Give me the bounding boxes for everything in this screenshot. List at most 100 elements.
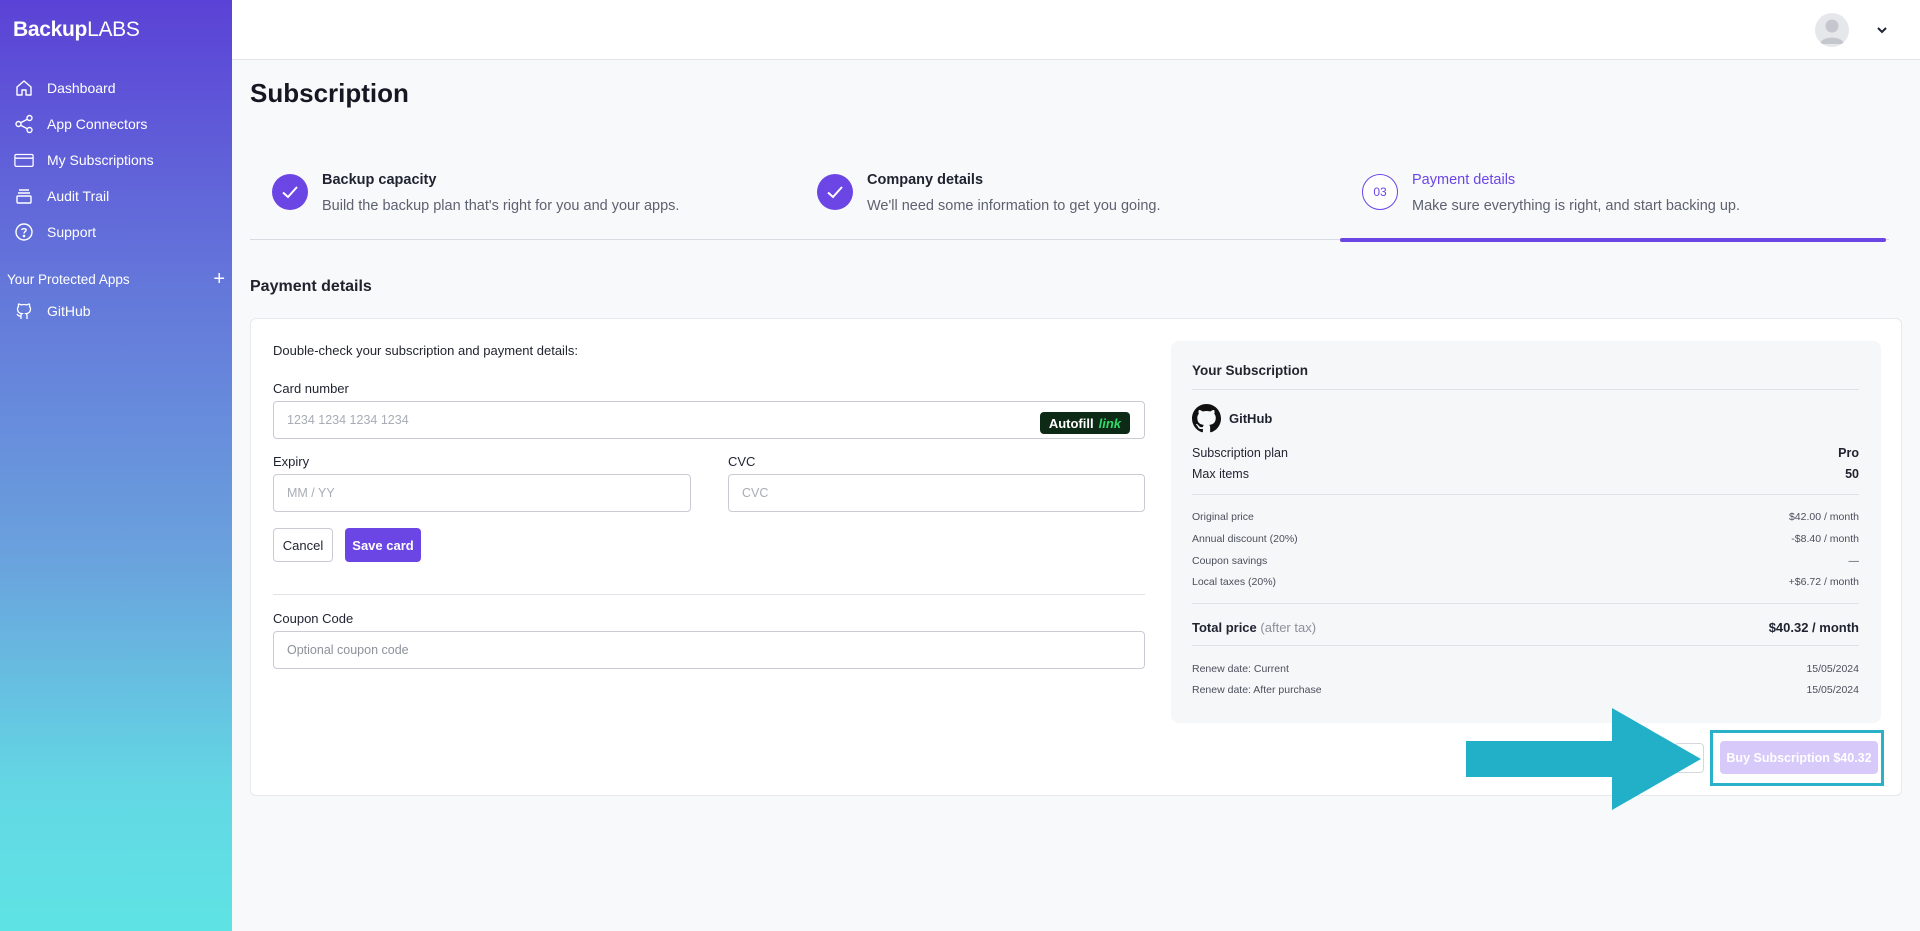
step-description: We'll need some information to get you g…: [867, 198, 1161, 214]
step-description: Build the backup plan that's right for y…: [322, 198, 680, 214]
arrow-right-icon: [1466, 708, 1701, 810]
subscription-summary: Your Subscription GitHub Subscription pl…: [1171, 341, 1881, 723]
summary-max-row: Max items 50: [1192, 467, 1859, 481]
total-row: Total price (after tax) $40.32 / month: [1192, 620, 1859, 635]
share-icon: [14, 114, 34, 134]
protected-apps-heading: Your Protected Apps: [7, 272, 130, 287]
renew-current-label: Renew date: Current: [1192, 663, 1289, 675]
cvc-input[interactable]: CVC: [728, 474, 1145, 512]
card-number-label: Card number: [273, 381, 349, 396]
coupon-savings-value: —: [1848, 555, 1860, 567]
github-icon: [14, 301, 34, 321]
sidebar-item-github[interactable]: GitHub: [0, 293, 232, 329]
original-price-value: $42.00 / month: [1788, 511, 1859, 523]
expiry-label: Expiry: [273, 454, 310, 469]
cvc-placeholder: CVC: [742, 486, 769, 500]
summary-divider: [1192, 645, 1859, 646]
autofill-link-button[interactable]: Autofill link: [1039, 412, 1130, 434]
original-price-row: Original price $42.00 / month: [1192, 511, 1859, 523]
sidebar-item-label: App Connectors: [47, 116, 148, 132]
form-divider: [273, 594, 1145, 595]
taxes-label: Local taxes (20%): [1192, 576, 1277, 588]
step-title: Backup capacity: [322, 172, 437, 188]
sidebar-item-label: Audit Trail: [47, 188, 110, 204]
step-number: 03: [1362, 174, 1398, 210]
summary-divider: [1192, 603, 1859, 604]
max-items-value: 50: [1845, 467, 1859, 481]
active-step-indicator: [1340, 238, 1886, 242]
coupon-savings-label: Coupon savings: [1192, 555, 1268, 567]
summary-title: Your Subscription: [1192, 363, 1309, 378]
summary-divider: [1192, 494, 1859, 495]
sidebar-item-audit-trail[interactable]: Audit Trail: [0, 178, 232, 214]
step-complete-check: [817, 174, 853, 210]
summary-plan-row: Subscription plan Pro: [1192, 446, 1859, 460]
total-value: $40.32 / month: [1768, 620, 1859, 635]
discount-row: Annual discount (20%) -$8.40 / month: [1192, 533, 1859, 545]
taxes-value: +$6.72 / month: [1788, 576, 1859, 588]
avatar[interactable]: [1815, 13, 1849, 47]
sidebar-item-label: Dashboard: [47, 80, 116, 96]
total-note: (after tax): [1260, 620, 1317, 635]
sidebar-item-app-connectors[interactable]: App Connectors: [0, 106, 232, 142]
max-items-label: Max items: [1192, 467, 1249, 481]
cvc-label: CVC: [728, 454, 756, 469]
chevron-down-icon[interactable]: [1874, 22, 1890, 38]
expiry-input[interactable]: MM / YY: [273, 474, 691, 512]
stack-icon: [14, 186, 34, 206]
top-bar: [232, 0, 1920, 60]
summary-app-name: GitHub: [1229, 411, 1273, 426]
sidebar-item-label: GitHub: [47, 303, 91, 319]
protected-apps-list: GitHub: [0, 293, 232, 329]
step-complete-check: [272, 174, 308, 210]
section-title: Payment details: [250, 278, 372, 295]
github-icon: [1192, 404, 1221, 433]
protected-apps-header: Your Protected Apps +: [7, 268, 225, 291]
coupon-placeholder: Optional coupon code: [287, 643, 409, 657]
summary-app: GitHub: [1192, 404, 1272, 433]
summary-divider: [1192, 389, 1859, 390]
buy-subscription-button[interactable]: Buy Subscription $40.32: [1720, 741, 1878, 774]
brand-logo-part2: LABS: [87, 18, 140, 41]
coupon-input[interactable]: Optional coupon code: [273, 631, 1145, 669]
renew-after-value: 15/05/2024: [1806, 684, 1859, 696]
add-app-button[interactable]: +: [213, 268, 225, 291]
sidebar-item-dashboard[interactable]: Dashboard: [0, 70, 232, 106]
autofill-label: Autofill: [1048, 415, 1094, 431]
total-label: Total price: [1192, 620, 1257, 635]
card-number-input[interactable]: 1234 1234 1234 1234 Autofill link: [273, 401, 1145, 439]
renew-current-value: 15/05/2024: [1806, 663, 1859, 675]
original-price-label: Original price: [1192, 511, 1254, 523]
check-icon: [827, 186, 843, 199]
help-icon: [14, 222, 34, 242]
card-number-placeholder: 1234 1234 1234 1234: [287, 413, 409, 427]
cancel-button[interactable]: Cancel: [273, 528, 333, 562]
sidebar-item-label: My Subscriptions: [47, 152, 154, 168]
card-icon: [14, 150, 34, 170]
plan-value: Pro: [1838, 446, 1859, 460]
stepper: Backup capacity Build the backup plan th…: [250, 160, 1889, 242]
check-icon: [282, 186, 298, 199]
payment-intro: Double-check your subscription and payme…: [273, 343, 578, 358]
taxes-row: Local taxes (20%) +$6.72 / month: [1192, 576, 1859, 588]
plan-label: Subscription plan: [1192, 446, 1288, 460]
brand-logo-part1: Backup: [13, 18, 88, 41]
step-description: Make sure everything is right, and start…: [1412, 198, 1741, 214]
sidebar-item-support[interactable]: Support: [0, 214, 232, 250]
expiry-placeholder: MM / YY: [287, 486, 335, 500]
save-card-button[interactable]: Save card: [345, 528, 421, 562]
renew-after-label: Renew date: After purchase: [1192, 684, 1322, 696]
discount-value: -$8.40 / month: [1791, 533, 1859, 545]
link-logo: link: [1098, 415, 1121, 431]
step-title: Company details: [867, 172, 984, 188]
brand-logo[interactable]: BackupLABS: [13, 18, 140, 42]
home-icon: [14, 78, 34, 98]
sidebar-item-my-subscriptions[interactable]: My Subscriptions: [0, 142, 232, 178]
page-title: Subscription: [250, 78, 409, 108]
sidebar-item-label: Support: [47, 224, 97, 240]
payment-form: Double-check your subscription and payme…: [273, 343, 1145, 669]
renew-current-row: Renew date: Current 15/05/2024: [1192, 663, 1859, 675]
renew-after-row: Renew date: After purchase 15/05/2024: [1192, 684, 1859, 696]
discount-label: Annual discount (20%): [1192, 533, 1298, 545]
step-title: Payment details: [1412, 172, 1516, 188]
